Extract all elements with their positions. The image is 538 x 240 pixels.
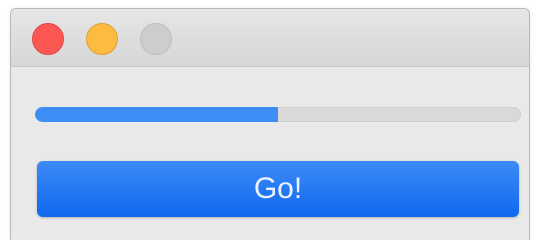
title-bar[interactable]	[11, 9, 529, 67]
app-window: Go!	[10, 8, 530, 240]
progress-bar-fill	[35, 107, 278, 122]
minimize-icon[interactable]	[86, 23, 118, 55]
close-icon[interactable]	[32, 23, 64, 55]
window-content: Go!	[11, 67, 529, 240]
progress-bar	[35, 107, 521, 122]
zoom-icon[interactable]	[140, 23, 172, 55]
go-button[interactable]: Go!	[37, 161, 519, 217]
